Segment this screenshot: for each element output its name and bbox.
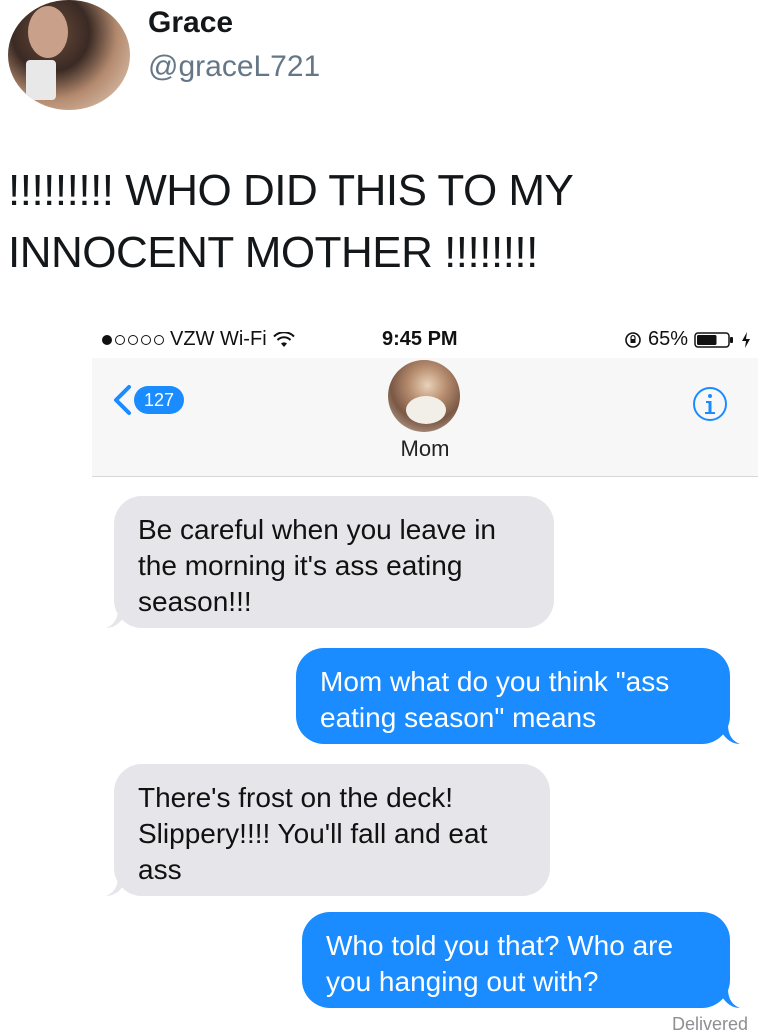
status-left: VZW Wi-Fi: [102, 328, 295, 351]
back-button[interactable]: 127: [112, 384, 185, 416]
bubble-tail-incoming: [106, 876, 128, 896]
tweet-header: Grace @graceL721: [0, 0, 783, 130]
status-bar: VZW Wi-Fi 9:45 PM 65%: [92, 318, 758, 358]
contact-avatar[interactable]: [388, 360, 460, 432]
message-bubble-outgoing[interactable]: Mom what do you think "ass eating season…: [296, 648, 730, 744]
user-name[interactable]: Grace: [148, 6, 233, 40]
avatar-face: [28, 6, 68, 58]
delivered-status: Delivered: [671, 1014, 748, 1034]
signal-strength-icon: [102, 334, 164, 345]
conversation-header: 127 Mom: [92, 358, 758, 477]
unread-count-badge: 127: [134, 386, 185, 414]
tweet-text: !!!!!!!!! WHO DID THIS TO MY INNOCENT MO…: [8, 166, 573, 277]
bubble-tail-incoming: [106, 608, 128, 628]
avatar-cup: [26, 60, 56, 100]
contact-name[interactable]: Mom: [92, 436, 758, 462]
bubble-tail-outgoing: [718, 724, 740, 744]
status-time: 9:45 PM: [382, 328, 458, 350]
wifi-icon: [272, 331, 295, 347]
contact-avatar-blanket: [406, 396, 446, 424]
message-screenshot: VZW Wi-Fi 9:45 PM 65% 127 Mom Be careful…: [92, 318, 758, 1034]
message-bubble-outgoing[interactable]: Who told you that? Who are you hanging o…: [302, 912, 730, 1008]
message-bubble-incoming[interactable]: Be careful when you leave in the morning…: [114, 496, 554, 628]
user-handle[interactable]: @graceL721: [148, 50, 320, 84]
charging-bolt-icon: [742, 331, 750, 348]
carrier-label: VZW Wi-Fi: [170, 328, 267, 350]
back-chevron-icon: [114, 385, 131, 415]
battery-percent: 65%: [647, 328, 688, 350]
status-right: 65%: [624, 328, 752, 351]
profile-avatar[interactable]: [8, 0, 130, 110]
info-icon[interactable]: [692, 386, 728, 422]
bubble-tail-outgoing: [718, 988, 740, 1008]
lock-rotation-icon: [625, 331, 641, 348]
battery-icon: [694, 331, 733, 348]
message-bubble-incoming[interactable]: There's frost on the deck! Slippery!!!! …: [114, 764, 550, 896]
